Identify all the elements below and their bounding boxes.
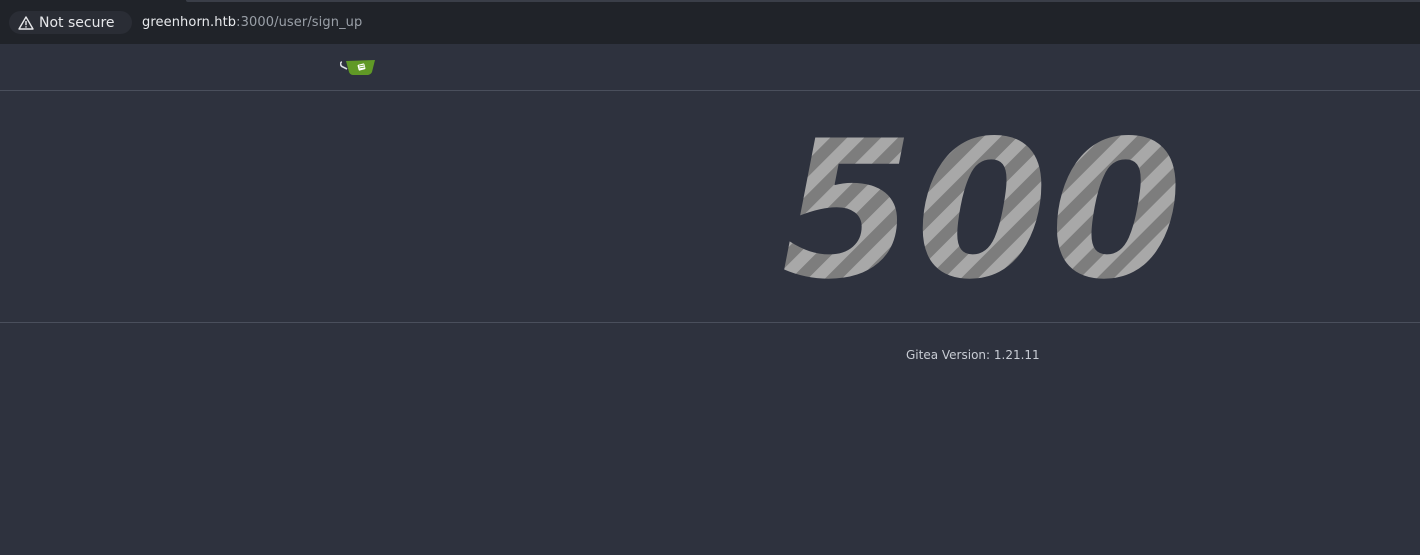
security-indicator[interactable]: Not secure <box>9 11 132 34</box>
warning-triangle-icon <box>18 15 34 30</box>
error-code-text: 500 <box>782 108 1185 288</box>
top-navbar <box>0 44 1420 91</box>
error-code-500: 500 <box>782 108 1185 288</box>
url-path: :3000/user/sign_up <box>236 15 363 30</box>
gitea-teacup-icon[interactable] <box>340 57 376 77</box>
tab-strip-edge <box>186 0 1420 2</box>
security-label: Not secure <box>39 14 115 31</box>
browser-address-bar: Not secure greenhorn.htb:3000/user/sign_… <box>0 0 1420 44</box>
gitea-version: Gitea Version: 1.21.11 <box>906 348 1040 362</box>
url-host: greenhorn.htb <box>142 15 237 30</box>
url-field[interactable]: greenhorn.htb:3000/user/sign_up <box>142 15 362 30</box>
